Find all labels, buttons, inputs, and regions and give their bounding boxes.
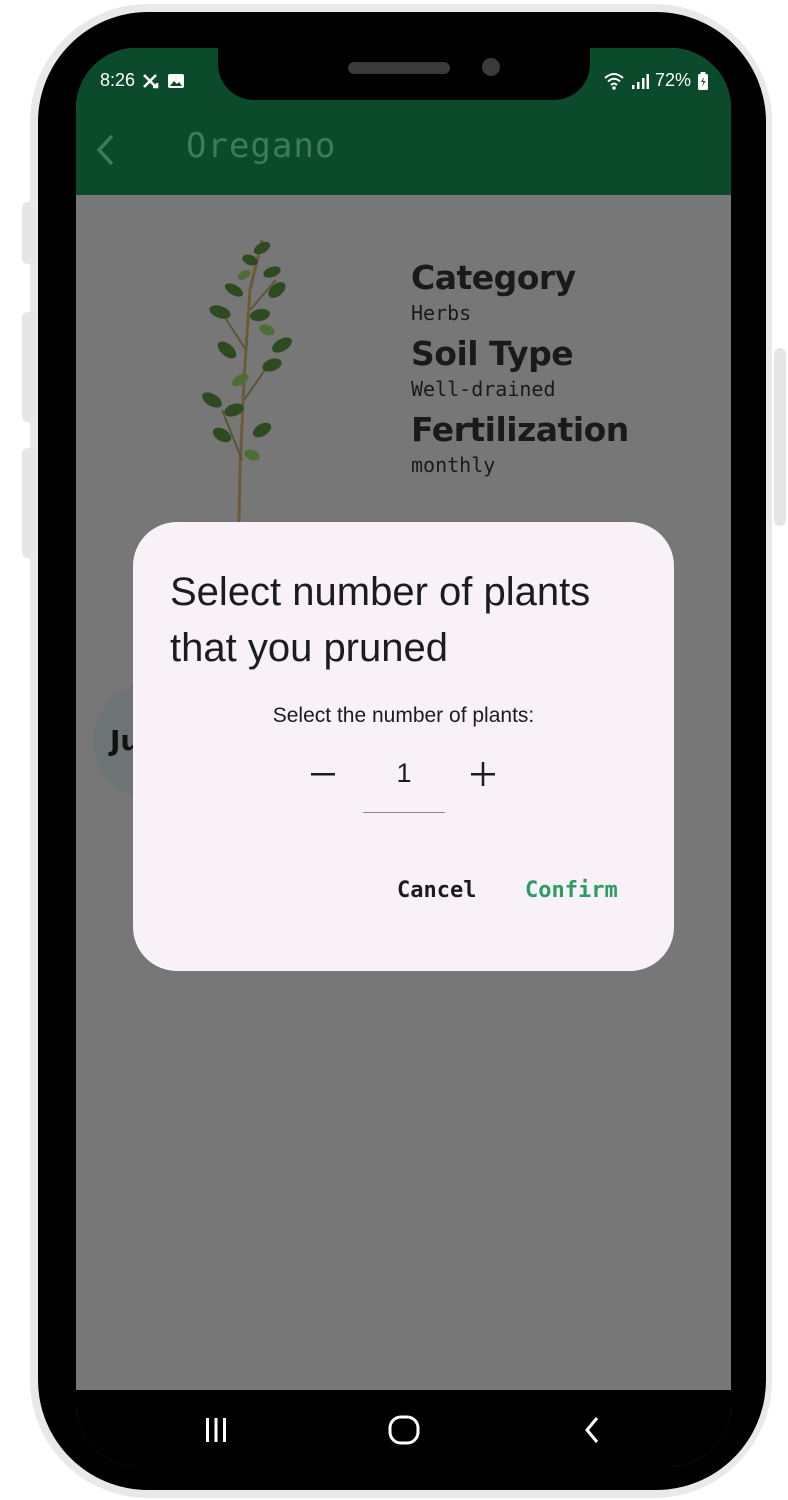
category-label: Category: [411, 258, 576, 297]
nav-back-button[interactable]: [562, 1410, 622, 1450]
fertilization-value: monthly: [411, 453, 496, 477]
status-bar-right: 72%: [603, 70, 709, 91]
wifi-icon: [604, 72, 624, 90]
status-bar-left: 8:26: [100, 70, 185, 91]
dialog-subtitle: Select the number of plants:: [272, 704, 535, 727]
category-value: Herbs: [411, 301, 472, 325]
nav-home-button[interactable]: [374, 1410, 434, 1450]
nav-back-icon: [585, 1417, 599, 1443]
front-camera: [482, 58, 500, 76]
minus-icon: [311, 773, 335, 776]
prune-dialog: Select number of plants that you pruned …: [133, 522, 674, 971]
power-button: [774, 348, 786, 526]
plant-count-input[interactable]: 1: [363, 758, 445, 813]
dialog-title: Select number of plants that you pruned: [170, 570, 591, 670]
app-bar: 8:26 72% Oregano: [76, 48, 731, 195]
battery-icon: [698, 71, 708, 90]
chevron-left-icon: [96, 134, 114, 166]
battery-percent: 72%: [654, 70, 691, 90]
plus-icon: [471, 762, 495, 786]
status-time: 8:26: [100, 70, 136, 90]
page-title: Oregano: [186, 126, 337, 166]
gallery-icon: [168, 73, 185, 88]
volume-down-button: [22, 448, 36, 558]
soil-type-value: Well-drained: [411, 377, 556, 401]
volume-up-button: [22, 312, 36, 422]
volume-button: [22, 202, 36, 264]
back-button[interactable]: [90, 130, 120, 170]
decrement-button[interactable]: [303, 754, 343, 794]
signal-icon: [631, 73, 649, 89]
nav-recents-button[interactable]: [186, 1410, 246, 1450]
recents-icon: [206, 1418, 226, 1442]
confirm-button[interactable]: Confirm: [525, 878, 618, 903]
system-nav-bar: [76, 1390, 731, 1466]
plant-info: Category Herbs Soil Type Well-drained Fe…: [411, 258, 711, 486]
speaker-grille: [348, 62, 450, 74]
fertilization-label: Fertilization: [411, 410, 629, 449]
home-icon: [388, 1415, 420, 1445]
camera-notch: [218, 48, 590, 100]
soil-type-label: Soil Type: [411, 334, 574, 373]
plant-image: [202, 239, 292, 570]
screen: 8:26 72% Oregano Category Herbs Soil Typ…: [76, 48, 731, 1466]
increment-button[interactable]: [463, 754, 503, 794]
missed-call-icon: [143, 73, 159, 88]
cancel-button[interactable]: Cancel: [397, 878, 476, 903]
